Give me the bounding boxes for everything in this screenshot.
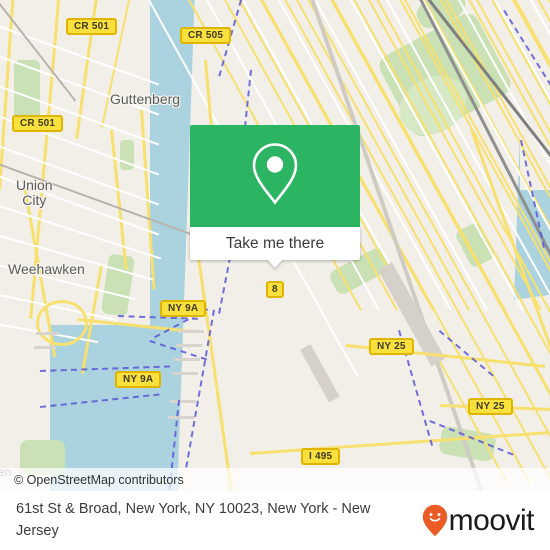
moovit-smiley-pin-icon (422, 504, 448, 537)
shield-i-495[interactable]: I 495 (301, 448, 341, 465)
address-text: 61st St & Broad, New York, NY 10023, New… (16, 501, 371, 539)
lincoln-tunnel-helix (36, 300, 88, 346)
pier (174, 358, 200, 361)
shield-ny-25-east[interactable]: NY 25 (468, 398, 513, 415)
map-pin-icon (249, 141, 301, 212)
osm-attribution-text: © OpenStreetMap contributors (14, 472, 184, 487)
place-label-guttenberg: Guttenberg (110, 91, 181, 107)
map-screenshot: Guttenberg Union City Weehawken en CR 50… (0, 0, 550, 550)
take-me-there-button[interactable]: Take me there (190, 227, 360, 268)
moovit-wordmark: moovit (448, 503, 535, 537)
popup-pointer-tail (267, 259, 283, 268)
shield-cr-505[interactable]: CR 505 (180, 27, 232, 44)
pier (168, 416, 194, 419)
take-me-there-label: Take me there (225, 234, 325, 252)
pier (178, 330, 204, 333)
pier (36, 332, 58, 335)
shield-ny-25-west[interactable]: NY 25 (369, 338, 414, 355)
shield-ny-9a-north[interactable]: NY 9A (160, 300, 207, 317)
shield-route-8[interactable]: 8 (266, 281, 284, 298)
footer-bar: 61st St & Broad, New York, NY 10023, New… (0, 491, 550, 550)
pier (34, 346, 56, 349)
shield-ny-9a-south[interactable]: NY 9A (115, 371, 162, 388)
place-label-union-city: Union City (16, 177, 53, 208)
map-popup-card[interactable]: Take me there (190, 125, 360, 268)
popup-image-area (190, 125, 360, 227)
place-label-weehawken: Weehawken (8, 261, 85, 277)
shield-cr-501-north[interactable]: CR 501 (66, 18, 118, 35)
osm-attribution[interactable]: © OpenStreetMap contributors (0, 468, 550, 491)
shield-cr-501-west[interactable]: CR 501 (12, 115, 64, 132)
pier (170, 400, 196, 403)
pier (172, 372, 198, 375)
pier (176, 344, 202, 347)
moovit-logo[interactable]: moovit (422, 504, 550, 538)
